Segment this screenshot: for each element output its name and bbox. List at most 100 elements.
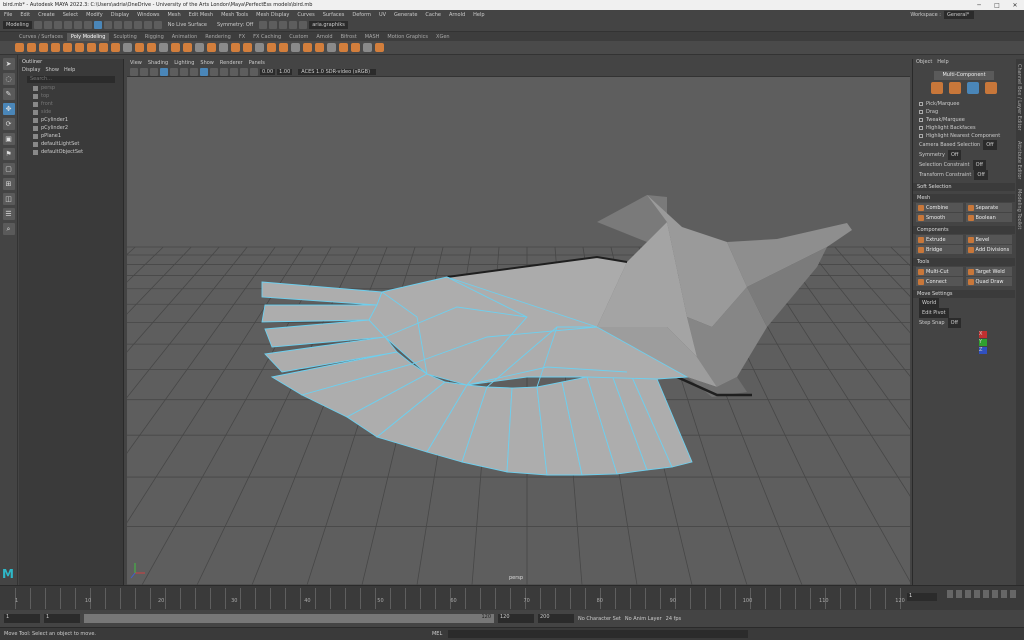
poly-cylinder-icon[interactable]: [39, 43, 48, 52]
undo-icon[interactable]: [63, 21, 72, 29]
select-component-icon[interactable]: [103, 21, 112, 29]
render-view-icon[interactable]: [269, 21, 278, 29]
time-slider[interactable]: 1 10 20 30 40 50 60 70 80 90 100 110 120…: [0, 585, 1024, 610]
shelf-tab-fx-caching[interactable]: FX Caching: [249, 33, 285, 41]
bridge-icon[interactable]: [243, 43, 252, 52]
outliner-item[interactable]: side: [19, 108, 123, 116]
last-tool-icon[interactable]: ⚑: [2, 148, 15, 160]
shelf-tab-xgen[interactable]: XGen: [432, 33, 454, 41]
edge-loop-icon[interactable]: [327, 43, 336, 52]
shelf-tab-curves-surfaces[interactable]: Curves / Surfaces: [15, 33, 67, 41]
menu-windows[interactable]: Windows: [133, 12, 163, 18]
viewport-menu-view[interactable]: View: [130, 60, 142, 67]
shelf-tab-bifrost[interactable]: Bifrost: [337, 33, 361, 41]
move-settings-section-header[interactable]: Move Settings: [913, 290, 1015, 298]
snap-point-icon[interactable]: [133, 21, 142, 29]
poly-sphere-icon[interactable]: [15, 43, 24, 52]
go-to-start-icon[interactable]: [947, 590, 953, 598]
lasso-tool-icon[interactable]: ◌: [2, 73, 15, 85]
multi-cut-icon[interactable]: [291, 43, 300, 52]
perspective-viewport[interactable]: persp: [127, 77, 910, 585]
y-axis-toggle[interactable]: Y: [979, 339, 987, 346]
poly-plane-icon[interactable]: [75, 43, 84, 52]
image-plane-icon[interactable]: [150, 67, 158, 76]
snap-grid-icon[interactable]: [113, 21, 122, 29]
outliner-item[interactable]: persp: [19, 84, 123, 92]
viewport-menu-renderer[interactable]: Renderer: [220, 60, 243, 67]
play-forwards-icon[interactable]: [983, 590, 989, 598]
channel-box-tab[interactable]: Channel Box / Layer Editor: [1016, 59, 1022, 136]
range-slider[interactable]: 120: [84, 614, 494, 623]
shadows-icon[interactable]: [230, 67, 238, 76]
boolean-icon[interactable]: [207, 43, 216, 52]
highlight-backfaces-checkbox[interactable]: Highlight Backfaces: [913, 124, 1015, 132]
average-vertices-icon[interactable]: [219, 43, 228, 52]
uv-editor-icon[interactable]: [351, 43, 360, 52]
symmetry-dropdown[interactable]: Symmetry: Off: [213, 22, 257, 28]
move-space-dropdown[interactable]: World: [919, 298, 940, 308]
menu-set-dropdown[interactable]: Modeling: [3, 21, 32, 29]
boolean-button[interactable]: Boolean: [965, 213, 1012, 222]
outliner-item[interactable]: defaultObjectSet: [19, 148, 123, 156]
film-gate-icon[interactable]: [170, 67, 178, 76]
menu-cache[interactable]: Cache: [421, 12, 445, 18]
script-language-label[interactable]: MEL: [432, 631, 442, 637]
smooth-icon[interactable]: [195, 43, 204, 52]
menu-create[interactable]: Create: [34, 12, 59, 18]
menu-curves[interactable]: Curves: [293, 12, 318, 18]
menu-generate[interactable]: Generate: [390, 12, 421, 18]
separate-button[interactable]: Separate: [965, 203, 1012, 212]
planar-map-icon[interactable]: [363, 43, 372, 52]
object-mode-icon[interactable]: [931, 82, 943, 94]
smooth-button[interactable]: Smooth: [916, 213, 963, 222]
open-scene-icon[interactable]: [43, 21, 52, 29]
fill-hole-icon[interactable]: [267, 43, 276, 52]
exposure-field[interactable]: 0.00: [260, 68, 276, 75]
tweak-marquee-option[interactable]: Tweak/Marquee: [913, 116, 1015, 124]
extract-icon[interactable]: [183, 43, 192, 52]
components-section-header[interactable]: Components: [913, 226, 1015, 234]
fps-dropdown[interactable]: 24 fps: [666, 616, 682, 622]
menu-modify[interactable]: Modify: [82, 12, 107, 18]
new-scene-icon[interactable]: [33, 21, 42, 29]
multi-component-button[interactable]: Multi-Component: [934, 71, 994, 80]
select-tool-icon[interactable]: ➤: [2, 58, 15, 70]
mesh-section-header[interactable]: Mesh: [913, 194, 1015, 202]
soft-selection-section[interactable]: Soft Selection: [913, 183, 1015, 191]
render-frame-icon[interactable]: [279, 21, 288, 29]
x-axis-toggle[interactable]: X: [979, 331, 987, 338]
outliner-item[interactable]: pPlane1: [19, 132, 123, 140]
step-forward-key-icon[interactable]: [1001, 590, 1007, 598]
target-weld-icon[interactable]: [303, 43, 312, 52]
outliner-item[interactable]: front: [19, 100, 123, 108]
face-mode-icon[interactable]: [967, 82, 979, 94]
outliner-item[interactable]: top: [19, 92, 123, 100]
smooth-shade-icon[interactable]: [200, 67, 208, 76]
add-divisions-button[interactable]: Add Divisions: [965, 245, 1012, 254]
shelf-tab-rigging[interactable]: Rigging: [141, 33, 168, 41]
redo-icon[interactable]: [73, 21, 82, 29]
current-frame-field[interactable]: 1: [907, 593, 937, 601]
step-back-key-icon[interactable]: [956, 590, 962, 598]
anim-layer-dropdown[interactable]: No Anim Layer: [625, 616, 662, 622]
separate-icon[interactable]: [171, 43, 180, 52]
outliner-menu-show[interactable]: Show: [45, 67, 59, 75]
snap-curve-icon[interactable]: [123, 21, 132, 29]
user-account-dropdown[interactable]: aria.graphiks: [309, 21, 348, 29]
tools-section-header[interactable]: Tools: [913, 258, 1015, 266]
combine-icon[interactable]: [159, 43, 168, 52]
command-line-input[interactable]: [448, 630, 749, 638]
connect-button[interactable]: Connect: [916, 277, 963, 286]
menu-surfaces[interactable]: Surfaces: [319, 12, 349, 18]
extrude-button[interactable]: Extrude: [916, 235, 963, 244]
pick-marquee-option[interactable]: Pick/Marquee: [913, 100, 1015, 108]
menu-arnold[interactable]: Arnold: [445, 12, 469, 18]
poly-torus-icon[interactable]: [63, 43, 72, 52]
vertex-mode-icon[interactable]: [949, 82, 961, 94]
menu-uv[interactable]: UV: [375, 12, 390, 18]
shelf-tab-fx[interactable]: FX: [235, 33, 249, 41]
step-snap-dropdown[interactable]: Off: [947, 318, 961, 328]
four-view-layout-icon[interactable]: ⊞: [2, 178, 15, 190]
snap-surface-icon[interactable]: [153, 21, 162, 29]
outliner-search-input[interactable]: Search...: [27, 76, 115, 83]
